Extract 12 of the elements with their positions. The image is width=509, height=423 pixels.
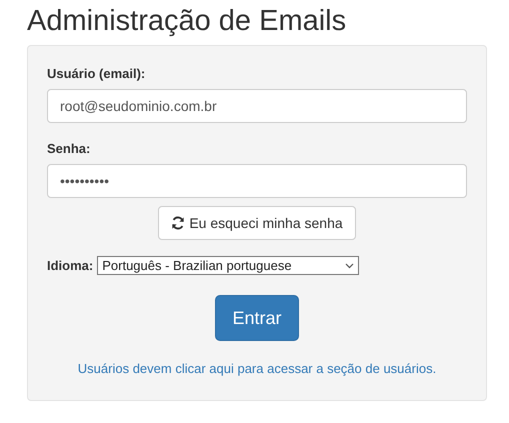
refresh-icon (171, 216, 186, 230)
field-label: Senha: (47, 141, 90, 156)
language-label: Idioma: (47, 258, 94, 273)
login-button[interactable]: Entrar (215, 295, 299, 341)
language-select[interactable]: Português - Brazilian portuguese (97, 256, 360, 275)
page-title: Administração de Emails (27, 4, 346, 39)
forgot-password-button[interactable]: Eu esqueci minha senha (158, 206, 356, 240)
input-field[interactable]: •••••••••• (47, 164, 467, 198)
field-label: Usuário (email): (47, 66, 146, 81)
input-field[interactable]: root@seudominio.com.br (47, 89, 467, 123)
chevron-down-icon (345, 262, 354, 268)
users-link[interactable]: Usuários devem clicar aqui para acessar a seção de usuários. (78, 361, 436, 376)
